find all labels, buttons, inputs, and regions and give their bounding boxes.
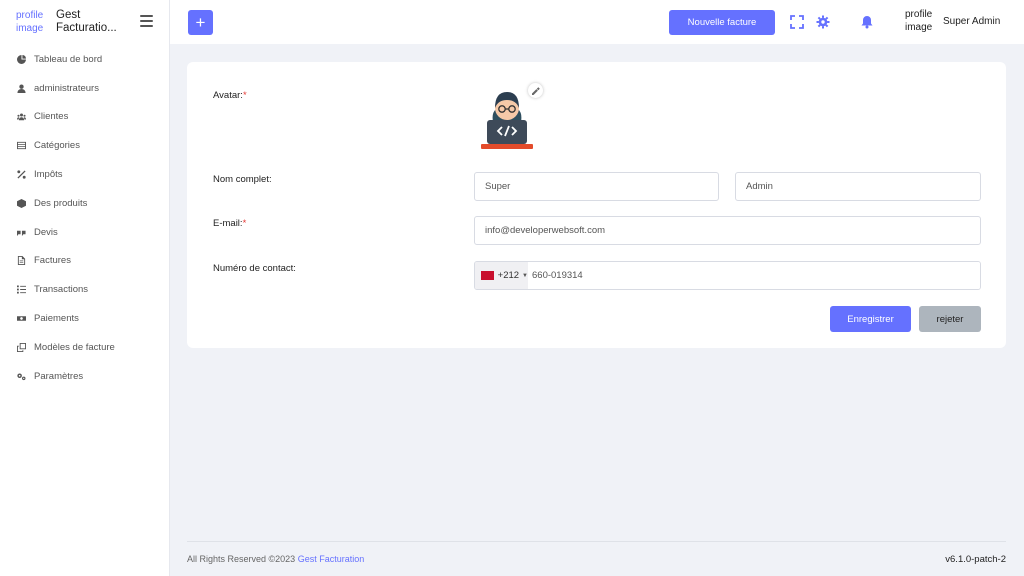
dashboard-icon [16, 54, 27, 65]
sidebar-item-label: Tableau de bord [34, 53, 103, 65]
sidebar-item-products[interactable]: Des produits [0, 189, 169, 218]
footer-copyright: All Rights Reserved ©2023 Gest Facturati… [187, 554, 365, 564]
sidebar-item-payments[interactable]: Paiements [0, 304, 169, 333]
sidebar-item-categories[interactable]: Catégories [0, 131, 169, 160]
sidebar-item-label: Modèles de facture [34, 341, 115, 353]
sidebar-item-administrators[interactable]: administrateurs [0, 74, 169, 103]
sidebar-item-invoices[interactable]: Factures [0, 247, 169, 276]
edit-avatar-pencil-icon[interactable] [528, 83, 543, 98]
email-input[interactable] [474, 216, 981, 245]
brand-logo-alt: profile image [16, 10, 44, 34]
users-icon [16, 111, 27, 122]
save-button[interactable]: Enregistrer [830, 306, 911, 332]
user-icon [16, 83, 27, 94]
sidebar-nav: Tableau de bord administrateurs Clientes… [0, 45, 169, 391]
contact-label: Numéro de contact: [213, 263, 296, 274]
sidebar-item-clients[interactable]: Clientes [0, 103, 169, 132]
percent-icon [16, 169, 27, 180]
sidebar-item-label: Clientes [34, 111, 69, 123]
morocco-flag-icon [481, 271, 494, 280]
sidebar-item-label: Catégories [34, 140, 80, 152]
fullscreen-icon[interactable] [790, 15, 804, 29]
sidebar-item-label: administrateurs [34, 82, 99, 94]
quote-icon [16, 227, 27, 238]
money-icon [16, 313, 27, 324]
footer-divider [187, 541, 1006, 542]
copy-icon [16, 342, 27, 353]
sidebar-item-label: Factures [34, 255, 71, 267]
email-label: E-mail:* [213, 218, 247, 229]
avatar-label: Avatar:* [213, 90, 247, 101]
notification-bell-icon[interactable] [860, 15, 874, 29]
topbar: + Nouvelle facture profile image Super A… [170, 0, 1024, 44]
fullname-label: Nom complet: [213, 174, 272, 185]
profile-name[interactable]: Super Admin [943, 16, 1000, 27]
brand-name[interactable]: Gest Facturatio... [56, 9, 122, 36]
first-name-input[interactable] [474, 172, 719, 201]
sidebar-item-label: Paramètres [34, 370, 84, 382]
dial-code: +212 [497, 270, 520, 281]
sidebar-item-transactions[interactable]: Transactions [0, 275, 169, 304]
profile-image[interactable]: profile image [905, 8, 939, 34]
sidebar-item-invoice-templates[interactable]: Modèles de facture [0, 333, 169, 362]
sidebar-item-quotes[interactable]: Devis [0, 218, 169, 247]
sidebar-item-taxes[interactable]: Impôts [0, 160, 169, 189]
country-code-selector[interactable]: +212 ▼ [475, 262, 528, 289]
phone-number-input[interactable] [528, 262, 980, 289]
sidebar: profile image Gest Facturatio... Tableau… [0, 0, 170, 576]
box-icon [16, 198, 27, 209]
sidebar-item-label: Paiements [34, 313, 79, 325]
list-ol-icon [16, 284, 27, 295]
phone-field: +212 ▼ [474, 261, 981, 290]
sidebar-item-dashboard[interactable]: Tableau de bord [0, 45, 169, 74]
new-invoice-button[interactable]: Nouvelle facture [669, 10, 775, 35]
file-icon [16, 255, 27, 266]
add-button[interactable]: + [188, 10, 213, 35]
footer-brand-link[interactable]: Gest Facturation [298, 554, 365, 564]
reject-button[interactable]: rejeter [919, 306, 981, 332]
sidebar-item-label: Impôts [34, 169, 63, 181]
sidebar-item-settings[interactable]: Paramètres [0, 362, 169, 391]
sidebar-item-label: Transactions [34, 284, 89, 296]
theme-gear-icon[interactable] [816, 15, 830, 29]
cogs-icon [16, 371, 27, 382]
sidebar-item-label: Des produits [34, 197, 88, 209]
last-name-input[interactable] [735, 172, 981, 201]
footer-version: v6.1.0-patch-2 [945, 554, 1006, 565]
list-icon [16, 140, 27, 151]
hamburger-menu-icon[interactable] [140, 15, 153, 27]
sidebar-item-label: Devis [34, 226, 58, 238]
profile-form-card: Avatar:* Nom complet: E-mail:* Numéro de… [187, 62, 1006, 348]
